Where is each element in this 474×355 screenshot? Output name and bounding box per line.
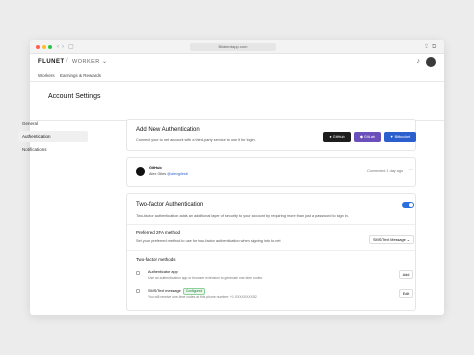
method-desc: Use an authentication app or browser ext… [148,276,263,280]
github-button[interactable]: ● GitHub [323,132,351,142]
message-icon [136,289,140,293]
twofa-title: Two-factor Authentication [136,202,204,208]
bitbucket-button[interactable]: ▼ Bitbucket [384,132,416,142]
url-bar[interactable]: Bilaterdapp.com [190,43,276,51]
sidebar-item-authentication[interactable]: Authentication [18,131,88,142]
sidebar-item-notifications[interactable]: Notifications [18,144,88,155]
browser-titlebar: ‹ › ▢ Bilaterdapp.com ⇪ ⧉ [30,40,444,54]
sidebar-toggle-icon[interactable]: ▢ [68,43,74,51]
bitbucket-icon: ▼ [389,135,394,139]
close-window-button[interactable] [36,45,40,49]
two-factor-card: Two-factor Authentication Two-factor aut… [126,193,416,311]
page-title: Account Settings [48,93,101,100]
share-icon[interactable]: ⇪ [424,43,429,51]
method-name: Authenticator app [148,270,178,274]
preferred-method-subtitle: Set your preferred method to use for two… [136,239,281,243]
add-auth-title: Add New Authentication [136,127,200,133]
avatar[interactable] [426,57,436,67]
twofa-subtitle: Two-factor authentication adds an additi… [136,214,349,218]
connected-provider: GitHub [149,166,162,170]
phone-icon [136,271,140,275]
preferred-method-title: Preferred 2FA method [136,230,181,235]
twofa-toggle[interactable] [402,202,414,208]
github-icon [136,167,145,176]
top-nav: Workers Earnings & Rewards [30,72,444,82]
back-arrow-icon[interactable]: ‹ [57,43,59,51]
methods-title: Two-factor methods [136,257,176,262]
add-authenticator-button[interactable]: Add [399,270,413,279]
chevron-down-icon[interactable]: ⌄ [102,58,107,65]
page-header: Account Settings [30,82,444,121]
nav-earnings-rewards[interactable]: Earnings & Rewards [60,73,101,78]
add-authentication-card: Add New Authentication Connect your to n… [126,119,416,151]
preferred-method-select[interactable]: SMS/Text Message ⌄ [369,235,414,244]
connected-account-card: GitHub Alex Giles @alexgiles6 Connected … [126,157,416,187]
github-icon: ● [329,135,332,139]
divider [127,250,415,251]
more-options-icon[interactable]: ··· [409,168,413,172]
tabs-icon[interactable]: ⧉ [432,43,436,51]
method-desc: You will receive one-time codes at this … [148,295,257,299]
sidebar-item-general[interactable]: General [18,118,88,129]
logo[interactable]: FLUNET [38,59,65,65]
app-header: FLUNET / WORKER ⌄ ♪ [30,54,444,72]
product-switcher[interactable]: WORKER [72,59,100,65]
method-name: SMS/Text message Configured [148,288,206,295]
maximize-window-button[interactable] [48,45,52,49]
main-content: Add New Authentication Connect your to n… [126,119,416,311]
settings-sidebar: General Authentication Notifications [18,118,88,157]
minimize-window-button[interactable] [42,45,46,49]
divider [127,224,415,225]
connected-status: Connected 1 day ago [367,169,404,173]
logo-separator: / [66,58,68,64]
gitlab-icon: ◆ [359,135,363,139]
add-auth-subtitle: Connect your to net account with a third… [136,138,256,142]
forward-arrow-icon[interactable]: › [62,43,64,51]
status-badge: Configured [182,288,206,295]
nav-workers[interactable]: Workers [38,73,55,78]
bell-icon[interactable]: ♪ [417,58,421,65]
gitlab-button[interactable]: ◆ GitLab [354,132,381,142]
edit-sms-button[interactable]: Edit [399,289,413,298]
connected-user: Alex Giles @alexgiles6 [149,172,188,176]
